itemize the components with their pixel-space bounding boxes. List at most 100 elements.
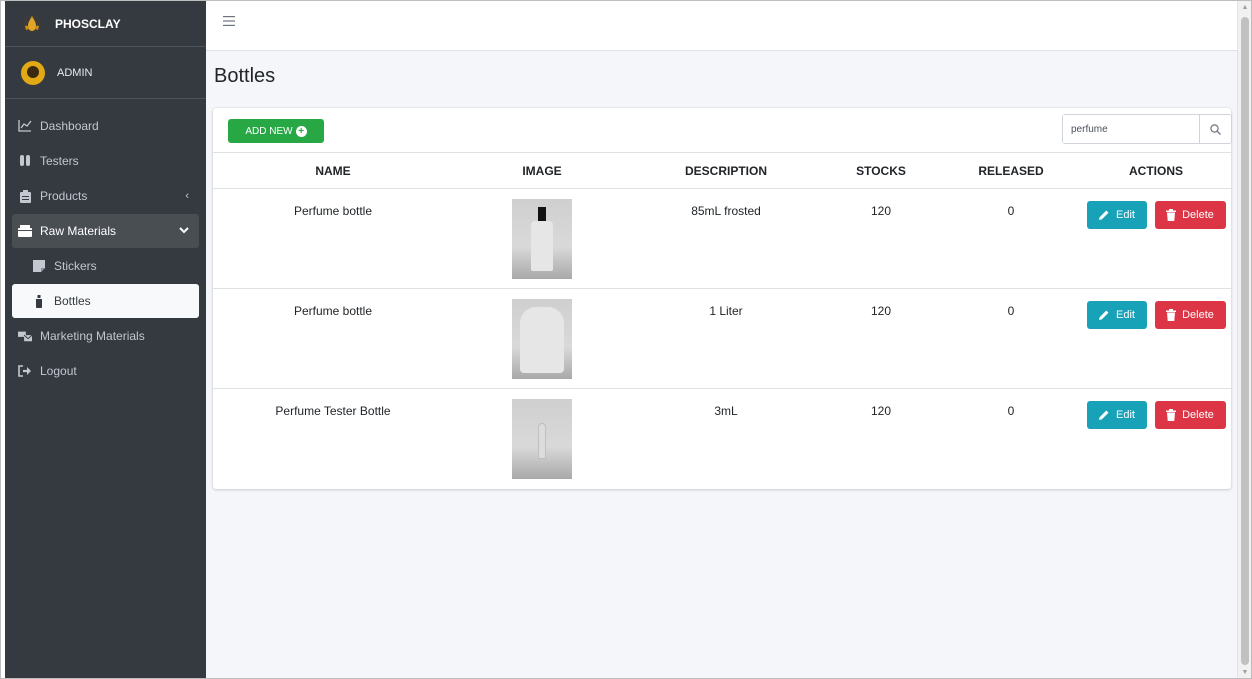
column-header-name[interactable]: NAME xyxy=(213,152,453,189)
column-header-actions: ACTIONS xyxy=(1081,152,1231,189)
cell-stocks: 120 xyxy=(821,288,941,389)
trash-icon xyxy=(1166,209,1177,221)
bottle-thumbnail[interactable] xyxy=(512,399,572,479)
table-row: Perfume bottle 1 Liter 120 0 Edit Delete xyxy=(213,288,1231,389)
cell-actions: Edit Delete xyxy=(1081,389,1231,489)
cell-released: 0 xyxy=(941,188,1081,289)
search-box xyxy=(1062,114,1232,144)
table-row: Perfume Tester Bottle 3mL 120 0 Edit Del… xyxy=(213,389,1231,489)
cell-description: 3mL xyxy=(714,404,738,418)
column-header-released[interactable]: RELEASED xyxy=(941,152,1081,189)
page-title: Bottles xyxy=(214,65,276,87)
delete-label: Delete xyxy=(1182,409,1214,421)
sidebar-item-stickers[interactable]: Stickers xyxy=(12,249,199,283)
edit-label: Edit xyxy=(1116,209,1135,221)
vials-icon xyxy=(18,154,32,168)
trash-icon xyxy=(1166,309,1177,321)
cell-description: 1 Liter xyxy=(631,288,821,389)
brand[interactable]: PHOSCLAY xyxy=(5,1,206,47)
user-name: ADMIN xyxy=(57,66,93,79)
bottle-thumbnail[interactable] xyxy=(512,299,572,379)
main-content: Bottles ADD NEW + NAME IMAGE DESCRIPTION xyxy=(206,51,1237,678)
chevron-down-icon xyxy=(179,225,189,237)
app-window: PHOSCLAY ADMIN Dashboard Testers Product… xyxy=(0,0,1252,679)
sidebar-item-label: Dashboard xyxy=(40,119,99,133)
sidebar-nav: Dashboard Testers Products ‹ Raw Materia… xyxy=(5,99,206,388)
vertical-scrollbar[interactable]: ▲ ▼ xyxy=(1237,1,1251,678)
delete-label: Delete xyxy=(1182,309,1214,321)
cell-actions: Edit Delete xyxy=(1081,288,1231,389)
bottle-thumbnail[interactable] xyxy=(512,199,572,279)
cell-name: Perfume bottle xyxy=(213,188,453,289)
sidebar-item-marketing-materials[interactable]: Marketing Materials xyxy=(12,319,199,353)
edit-button[interactable]: Edit xyxy=(1086,401,1147,429)
scroll-up-icon[interactable]: ▲ xyxy=(1241,4,1249,12)
cell-name: Perfume Tester Bottle xyxy=(275,404,391,418)
sign-out-icon xyxy=(18,364,32,378)
sidebar-item-label: Bottles xyxy=(54,294,91,308)
sidebar: PHOSCLAY ADMIN Dashboard Testers Product… xyxy=(5,1,206,678)
pencil-icon xyxy=(1099,310,1109,320)
edit-label: Edit xyxy=(1116,409,1135,421)
column-header-stocks[interactable]: STOCKS xyxy=(821,152,941,189)
cell-name: Perfume bottle xyxy=(213,288,453,389)
scroll-down-icon[interactable]: ▼ xyxy=(1241,669,1249,677)
box-icon xyxy=(18,224,32,238)
column-header-image[interactable]: IMAGE xyxy=(453,152,631,189)
sidebar-item-label: Testers xyxy=(40,154,79,168)
plus-circle-icon: + xyxy=(295,125,307,137)
cell-image xyxy=(453,389,631,489)
cell-image xyxy=(453,288,631,389)
sidebar-item-products[interactable]: Products ‹ xyxy=(12,179,199,213)
sidebar-item-label: Raw Materials xyxy=(40,224,117,238)
edit-label: Edit xyxy=(1116,309,1135,321)
pencil-icon xyxy=(1099,210,1109,220)
sidebar-item-testers[interactable]: Testers xyxy=(12,144,199,178)
sidebar-item-logout[interactable]: Logout xyxy=(12,354,199,388)
sidebar-item-dashboard[interactable]: Dashboard xyxy=(12,109,199,143)
edit-button[interactable]: Edit xyxy=(1086,301,1147,329)
table-row: Perfume bottle 85mL frosted 120 0 Edit D… xyxy=(213,188,1231,289)
sidebar-item-bottles[interactable]: Bottles xyxy=(12,284,199,318)
cell-actions: Edit Delete xyxy=(1081,188,1231,289)
chevron-left-icon: ‹ xyxy=(185,190,189,202)
search-input[interactable] xyxy=(1063,115,1200,143)
brand-logo-icon xyxy=(22,13,42,34)
top-navbar xyxy=(206,1,1237,51)
cell-released: 0 xyxy=(1007,404,1015,418)
add-new-button[interactable]: ADD NEW + xyxy=(228,119,324,143)
column-header-description[interactable]: DESCRIPTION xyxy=(631,152,821,189)
sidebar-item-label: Products xyxy=(40,189,88,203)
edit-button[interactable]: Edit xyxy=(1086,201,1147,229)
search-icon[interactable] xyxy=(1200,115,1231,143)
cell-image xyxy=(453,188,631,289)
cell-stocks: 120 xyxy=(821,188,941,289)
sidebar-item-label: Stickers xyxy=(54,259,97,273)
sidebar-item-raw-materials[interactable]: Raw Materials xyxy=(12,214,199,248)
bottles-table: NAME IMAGE DESCRIPTION STOCKS RELEASED A… xyxy=(213,152,1231,489)
bottles-card: ADD NEW + NAME IMAGE DESCRIPTION STOCKS … xyxy=(213,108,1232,489)
brand-name: PHOSCLAY xyxy=(55,16,121,31)
cell-stocks: 120 xyxy=(870,404,892,418)
sidebar-item-label: Logout xyxy=(40,364,77,378)
delete-button[interactable]: Delete xyxy=(1154,201,1226,229)
cell-description: 85mL frosted xyxy=(631,188,821,289)
chart-line-icon xyxy=(18,119,32,133)
clipboard-icon xyxy=(18,189,32,203)
delete-button[interactable]: Delete xyxy=(1154,301,1226,329)
sidebar-item-label: Marketing Materials xyxy=(40,329,145,343)
cell-released: 0 xyxy=(941,288,1081,389)
scrollbar-thumb[interactable] xyxy=(1241,17,1249,665)
add-new-label: ADD NEW xyxy=(245,125,293,137)
trash-icon xyxy=(1166,409,1177,421)
avatar xyxy=(21,60,45,85)
sticky-note-icon xyxy=(32,259,46,273)
delete-label: Delete xyxy=(1182,209,1214,221)
bottle-icon xyxy=(32,294,46,308)
user-panel[interactable]: ADMIN xyxy=(5,47,206,99)
pencil-icon xyxy=(1099,410,1109,420)
table-header-row: NAME IMAGE DESCRIPTION STOCKS RELEASED A… xyxy=(213,152,1231,189)
delete-button[interactable]: Delete xyxy=(1154,401,1226,429)
hamburger-icon[interactable] xyxy=(223,13,235,31)
mail-bulk-icon xyxy=(18,329,32,343)
